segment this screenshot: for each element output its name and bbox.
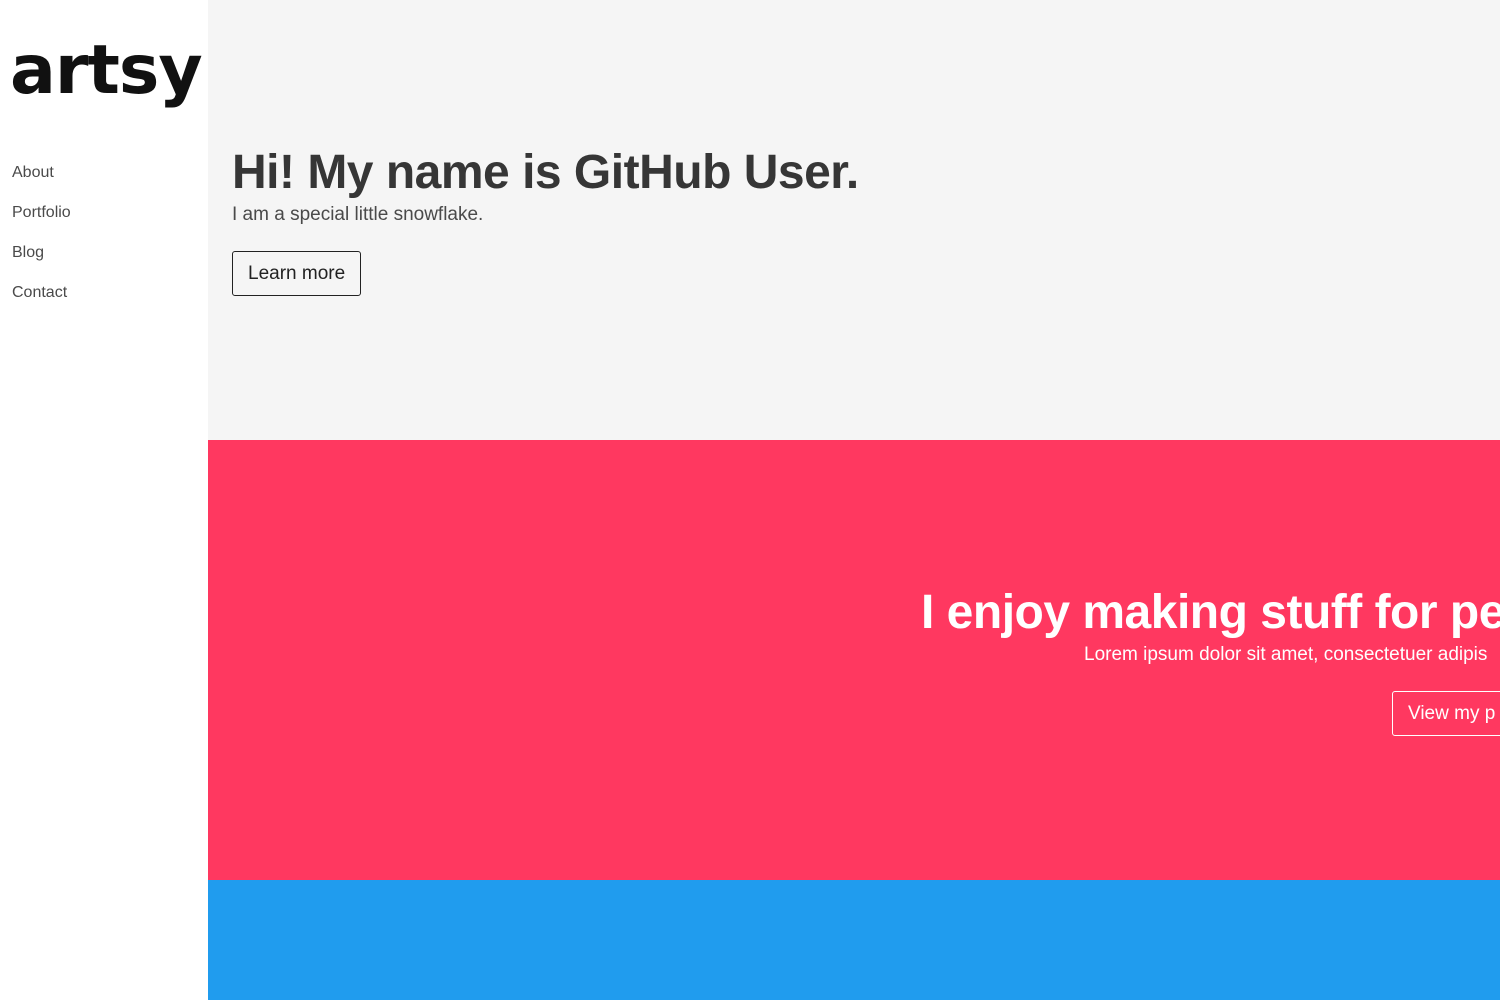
hero-subtitle: I am a special little snowflake. — [232, 204, 484, 225]
view-portfolio-button[interactable]: View my p — [1392, 691, 1500, 736]
feature-section: I enjoy making stuff for peo Lorem ipsum… — [208, 440, 1500, 880]
learn-more-button[interactable]: Learn more — [232, 251, 362, 296]
nav-link-contact[interactable]: Contact — [12, 284, 67, 301]
nav-item-blog: Blog — [12, 240, 71, 280]
hero-section: Hi! My name is GitHub User. I am a speci… — [208, 0, 1500, 440]
nav-link-about[interactable]: About — [12, 164, 54, 181]
feature-subtitle: Lorem ipsum dolor sit amet, consectetuer… — [1084, 644, 1488, 665]
sidebar: artsy About Portfolio Blog Contact — [0, 0, 208, 1000]
nav-link-blog[interactable]: Blog — [12, 244, 44, 261]
feature-title: I enjoy making stuff for peo — [921, 586, 1500, 639]
nav-item-portfolio: Portfolio — [12, 200, 71, 240]
page: artsy About Portfolio Blog Contact Hi! M… — [0, 0, 1500, 1000]
nav-item-about: About — [12, 160, 71, 200]
site-logo[interactable]: artsy — [10, 26, 203, 116]
nav-item-contact: Contact — [12, 280, 71, 320]
blue-section — [208, 880, 1500, 1000]
hero-title: Hi! My name is GitHub User. — [232, 146, 859, 199]
nav-link-portfolio[interactable]: Portfolio — [12, 204, 71, 221]
sidebar-nav: About Portfolio Blog Contact — [12, 160, 71, 320]
